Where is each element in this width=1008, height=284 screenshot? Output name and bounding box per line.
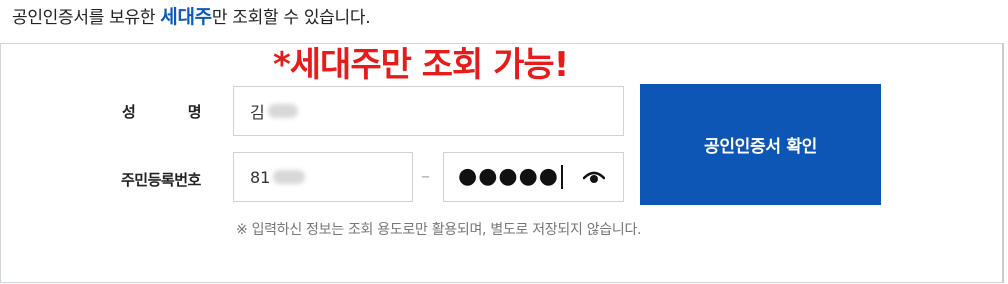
privacy-disclaimer: ※ 입력하신 정보는 조회 용도로만 활용되며, 별도로 저장되지 않습니다.	[236, 222, 642, 238]
notice-text: 공인인증서를 보유한 세대주만 조회할 수 있습니다.	[12, 4, 371, 30]
notice-suffix: 만 조회할 수 있습니다.	[211, 8, 371, 28]
rrn-back-masked: ●●●●●	[444, 165, 563, 189]
name-value: 김	[250, 103, 265, 122]
householder-only-banner: *세대주만 조회 가능!	[273, 45, 569, 85]
rrn-back-input[interactable]: ●●●●●	[443, 152, 624, 202]
rrn-separator: –	[421, 166, 430, 187]
name-redacted	[267, 104, 298, 118]
eye-icon[interactable]	[583, 169, 605, 185]
rrn-label: 주민등록번호	[121, 171, 201, 189]
notice-prefix: 공인인증서를 보유한	[12, 8, 161, 28]
name-input[interactable]: 김	[233, 86, 624, 136]
notice-highlight: 세대주	[160, 6, 212, 28]
rrn-front-redacted	[273, 170, 306, 184]
certificate-verify-button[interactable]: 공인인증서 확인	[640, 84, 881, 205]
rrn-front-input[interactable]: 81	[233, 152, 413, 202]
rrn-front-value: 81	[250, 167, 271, 187]
